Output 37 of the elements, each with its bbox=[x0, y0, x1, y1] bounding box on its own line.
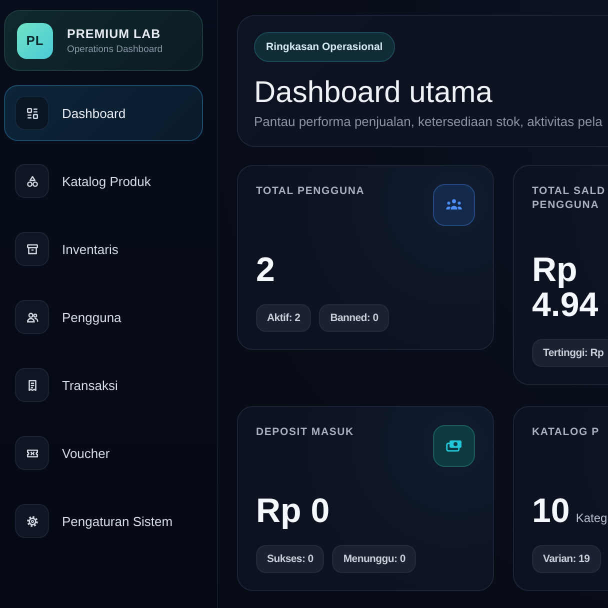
nav-item[interactable]: Pengaturan Sistem bbox=[4, 493, 203, 549]
stat-label: DEPOSIT MASUK bbox=[256, 425, 354, 439]
receipt-icon bbox=[15, 368, 49, 402]
nav-item[interactable]: Voucher bbox=[4, 425, 203, 481]
page-title: Dashboard utama bbox=[254, 75, 492, 111]
stat-chip: Menunggu: 0 bbox=[332, 545, 416, 573]
stat-value: Rp 4.94 bbox=[532, 253, 600, 323]
stat-chip: Banned: 0 bbox=[319, 304, 390, 332]
brand-subtitle: Operations Dashboard bbox=[67, 44, 163, 54]
stat-chip: Sukses: 0 bbox=[256, 545, 324, 573]
section-badge: Ringkasan Operasional bbox=[254, 32, 395, 62]
stat-chip: Aktif: 2 bbox=[256, 304, 312, 332]
stat-value: 2 bbox=[256, 253, 275, 288]
brand-logo: PL bbox=[17, 22, 53, 58]
users-icon bbox=[433, 184, 475, 226]
stat-label: TOTAL PENGGUNA bbox=[256, 184, 365, 198]
stat-value: Rp 0 bbox=[256, 494, 330, 529]
stat-label: KATALOG P bbox=[532, 425, 600, 439]
settings-icon bbox=[15, 504, 49, 538]
nav-item[interactable]: Dashboard bbox=[4, 85, 203, 141]
nav-item[interactable]: Katalog Produk bbox=[4, 153, 203, 209]
archive-icon bbox=[15, 232, 49, 266]
users-icon bbox=[15, 300, 49, 334]
stat-value: 10 bbox=[532, 494, 570, 529]
stat-chip: Tertinggi: Rp bbox=[532, 339, 608, 367]
shapes-icon bbox=[15, 164, 49, 198]
nav-item[interactable]: Pengguna bbox=[4, 289, 203, 345]
brand-name: PREMIUM LAB bbox=[67, 26, 162, 40]
stat-chip: Varian: 19 bbox=[532, 545, 601, 573]
page-subtitle: Pantau performa penjualan, ketersediaan stok, aktivitas pela bbox=[254, 114, 602, 130]
stat-unit: Kateg bbox=[576, 511, 608, 525]
stat-label: TOTAL SALD PENGGUNA bbox=[532, 184, 606, 212]
cash-icon bbox=[433, 425, 475, 467]
grid-icon bbox=[15, 96, 49, 130]
ticket-icon bbox=[15, 436, 49, 470]
nav-item[interactable]: Transaksi bbox=[4, 357, 203, 413]
nav-item[interactable]: Inventaris bbox=[4, 221, 203, 277]
